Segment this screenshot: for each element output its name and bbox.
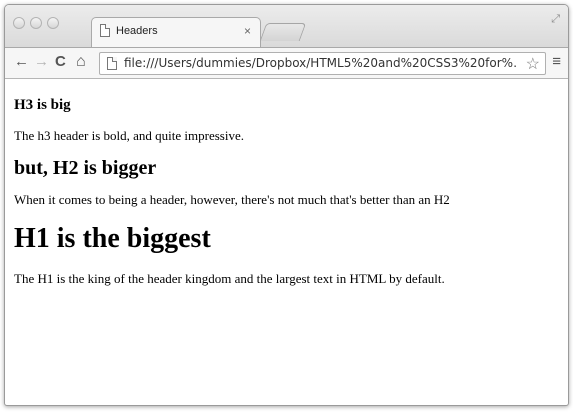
minimize-window-icon[interactable] [30, 17, 42, 29]
tab-strip: Headers × ⤢ [5, 5, 568, 48]
tab-close-icon[interactable]: × [244, 24, 251, 38]
page-icon [100, 24, 110, 37]
close-window-icon[interactable] [13, 17, 25, 29]
forward-icon[interactable]: → [34, 54, 49, 70]
paragraph-h2: When it comes to being a header, however… [14, 192, 450, 207]
window-controls [13, 17, 59, 29]
reload-icon[interactable]: C [55, 54, 66, 70]
page-content: H3 is big The h3 header is bold, and qui… [5, 80, 568, 405]
address-bar[interactable]: file:///Users/dummies/Dropbox/HTML5%20an… [99, 52, 546, 75]
heading-h3: H3 is big [14, 97, 71, 113]
resize-icon[interactable]: ⤢ [551, 13, 560, 26]
zoom-window-icon[interactable] [47, 17, 59, 29]
tab-title: Headers [116, 24, 158, 37]
back-icon[interactable]: ← [14, 54, 29, 70]
new-tab-button[interactable] [259, 23, 307, 41]
menu-icon[interactable]: ≡ [552, 54, 561, 70]
bookmark-star-icon[interactable]: ☆ [526, 54, 540, 74]
browser-window: Headers × ⤢ ← → C ⌂ file:///Users/dummie… [4, 4, 569, 406]
paragraph-h1: The H1 is the king of the header kingdom… [14, 271, 445, 286]
home-icon[interactable]: ⌂ [76, 54, 86, 70]
page-icon [107, 57, 117, 70]
tab-headers[interactable]: Headers × [91, 17, 261, 48]
toolbar: ← → C ⌂ file:///Users/dummies/Dropbox/HT… [5, 47, 568, 79]
heading-h1: H1 is the biggest [14, 223, 211, 254]
paragraph-h3: The h3 header is bold, and quite impress… [14, 128, 244, 143]
heading-h2: but, H2 is bigger [14, 157, 157, 179]
url-text[interactable]: file:///Users/dummies/Dropbox/HTML5%20an… [124, 56, 516, 70]
